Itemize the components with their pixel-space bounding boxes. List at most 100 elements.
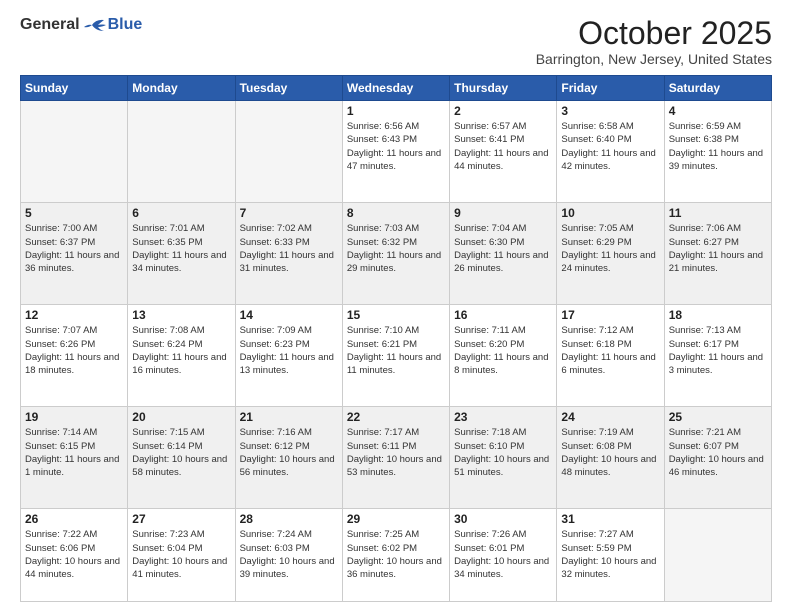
calendar-cell: 18 Sunrise: 7:13 AM Sunset: 6:17 PM Dayli… bbox=[664, 305, 771, 407]
calendar-cell: 7 Sunrise: 7:02 AM Sunset: 6:33 PM Daylig… bbox=[235, 203, 342, 305]
header: General Blue October 2025 Barrington, Ne… bbox=[20, 16, 772, 67]
day-info: Sunrise: 7:07 AM Sunset: 6:26 PM Dayligh… bbox=[25, 324, 123, 377]
calendar-cell: 24 Sunrise: 7:19 AM Sunset: 6:08 PM Dayli… bbox=[557, 407, 664, 509]
logo-bird-icon bbox=[84, 17, 106, 33]
day-info: Sunrise: 7:00 AM Sunset: 6:37 PM Dayligh… bbox=[25, 222, 123, 275]
calendar-cell: 30Sunrise: 7:26 AM Sunset: 6:01 PM Dayli… bbox=[450, 509, 557, 602]
day-number: 26 bbox=[25, 512, 123, 526]
calendar-table: SundayMondayTuesdayWednesdayThursdayFrid… bbox=[20, 75, 772, 602]
day-info: Sunrise: 7:17 AM Sunset: 6:11 PM Dayligh… bbox=[347, 426, 445, 479]
day-info: Sunrise: 7:06 AM Sunset: 6:27 PM Dayligh… bbox=[669, 222, 767, 275]
day-number: 31 bbox=[561, 512, 659, 526]
calendar-cell: 21Sunrise: 7:16 AM Sunset: 6:12 PM Dayli… bbox=[235, 407, 342, 509]
day-info: Sunrise: 7:14 AM Sunset: 6:15 PM Dayligh… bbox=[25, 426, 123, 479]
day-header-sunday: Sunday bbox=[21, 76, 128, 101]
day-number: 13 bbox=[132, 308, 230, 322]
calendar-cell: 12 Sunrise: 7:07 AM Sunset: 6:26 PM Dayli… bbox=[21, 305, 128, 407]
day-number: 20 bbox=[132, 410, 230, 424]
calendar-cell: 11 Sunrise: 7:06 AM Sunset: 6:27 PM Dayli… bbox=[664, 203, 771, 305]
day-number: 15 bbox=[347, 308, 445, 322]
day-info: Sunrise: 7:21 AM Sunset: 6:07 PM Dayligh… bbox=[669, 426, 767, 479]
day-header-thursday: Thursday bbox=[450, 76, 557, 101]
day-info: Sunrise: 7:10 AM Sunset: 6:21 PM Dayligh… bbox=[347, 324, 445, 377]
day-info: Sunrise: 7:15 AM Sunset: 6:14 PM Dayligh… bbox=[132, 426, 230, 479]
logo-general: General bbox=[20, 16, 80, 34]
day-info: Sunrise: 7:08 AM Sunset: 6:24 PM Dayligh… bbox=[132, 324, 230, 377]
calendar-cell bbox=[128, 101, 235, 203]
calendar-cell: 22 Sunrise: 7:17 AM Sunset: 6:11 PM Dayli… bbox=[342, 407, 449, 509]
day-number: 27 bbox=[132, 512, 230, 526]
calendar-cell: 25 Sunrise: 7:21 AM Sunset: 6:07 PM Dayli… bbox=[664, 407, 771, 509]
logo: General Blue bbox=[20, 16, 142, 34]
day-info: Sunrise: 7:09 AM Sunset: 6:23 PM Dayligh… bbox=[240, 324, 338, 377]
day-number: 18 bbox=[669, 308, 767, 322]
day-info: Sunrise: 7:22 AM Sunset: 6:06 PM Dayligh… bbox=[25, 528, 123, 581]
calendar-cell: 14 Sunrise: 7:09 AM Sunset: 6:23 PM Dayli… bbox=[235, 305, 342, 407]
day-info: Sunrise: 7:05 AM Sunset: 6:29 PM Dayligh… bbox=[561, 222, 659, 275]
day-header-tuesday: Tuesday bbox=[235, 76, 342, 101]
day-number: 19 bbox=[25, 410, 123, 424]
calendar-cell: 29 Sunrise: 7:25 AM Sunset: 6:02 PM Dayli… bbox=[342, 509, 449, 602]
day-info: Sunrise: 7:12 AM Sunset: 6:18 PM Dayligh… bbox=[561, 324, 659, 377]
calendar-cell: 6 Sunrise: 7:01 AM Sunset: 6:35 PM Daylig… bbox=[128, 203, 235, 305]
calendar-cell: 10 Sunrise: 7:05 AM Sunset: 6:29 PM Dayli… bbox=[557, 203, 664, 305]
day-number: 4 bbox=[669, 104, 767, 118]
day-number: 24 bbox=[561, 410, 659, 424]
day-info: Sunrise: 7:24 AM Sunset: 6:03 PM Dayligh… bbox=[240, 528, 338, 581]
day-number: 6 bbox=[132, 206, 230, 220]
day-number: 22 bbox=[347, 410, 445, 424]
calendar-cell: 26 Sunrise: 7:22 AM Sunset: 6:06 PM Dayli… bbox=[21, 509, 128, 602]
day-number: 17 bbox=[561, 308, 659, 322]
calendar-cell: 23 Sunrise: 7:18 AM Sunset: 6:10 PM Dayli… bbox=[450, 407, 557, 509]
location: Barrington, New Jersey, United States bbox=[536, 51, 772, 67]
day-header-wednesday: Wednesday bbox=[342, 76, 449, 101]
day-info: Sunrise: 7:03 AM Sunset: 6:32 PM Dayligh… bbox=[347, 222, 445, 275]
day-info: Sunrise: 6:59 AM Sunset: 6:38 PM Dayligh… bbox=[669, 120, 767, 173]
title-area: October 2025 Barrington, New Jersey, Uni… bbox=[536, 16, 772, 67]
day-number: 2 bbox=[454, 104, 552, 118]
calendar-cell bbox=[21, 101, 128, 203]
calendar-cell: 16 Sunrise: 7:11 AM Sunset: 6:20 PM Dayli… bbox=[450, 305, 557, 407]
calendar-cell: 4 Sunrise: 6:59 AM Sunset: 6:38 PM Daylig… bbox=[664, 101, 771, 203]
day-number: 23 bbox=[454, 410, 552, 424]
day-header-saturday: Saturday bbox=[664, 76, 771, 101]
day-number: 11 bbox=[669, 206, 767, 220]
day-number: 16 bbox=[454, 308, 552, 322]
calendar-cell: 1 Sunrise: 6:56 AM Sunset: 6:43 PM Daylig… bbox=[342, 101, 449, 203]
calendar-cell: 28Sunrise: 7:24 AM Sunset: 6:03 PM Dayli… bbox=[235, 509, 342, 602]
day-info: Sunrise: 7:02 AM Sunset: 6:33 PM Dayligh… bbox=[240, 222, 338, 275]
day-info: Sunrise: 6:58 AM Sunset: 6:40 PM Dayligh… bbox=[561, 120, 659, 173]
day-info: Sunrise: 7:13 AM Sunset: 6:17 PM Dayligh… bbox=[669, 324, 767, 377]
day-number: 1 bbox=[347, 104, 445, 118]
day-number: 9 bbox=[454, 206, 552, 220]
day-number: 7 bbox=[240, 206, 338, 220]
day-info: Sunrise: 6:56 AM Sunset: 6:43 PM Dayligh… bbox=[347, 120, 445, 173]
day-number: 25 bbox=[669, 410, 767, 424]
day-info: Sunrise: 7:01 AM Sunset: 6:35 PM Dayligh… bbox=[132, 222, 230, 275]
calendar-cell: 15 Sunrise: 7:10 AM Sunset: 6:21 PM Dayli… bbox=[342, 305, 449, 407]
calendar-cell bbox=[235, 101, 342, 203]
day-info: Sunrise: 7:23 AM Sunset: 6:04 PM Dayligh… bbox=[132, 528, 230, 581]
day-info: Sunrise: 7:27 AM Sunset: 5:59 PM Dayligh… bbox=[561, 528, 659, 581]
month-title: October 2025 bbox=[536, 16, 772, 51]
calendar-cell: 2 Sunrise: 6:57 AM Sunset: 6:41 PM Daylig… bbox=[450, 101, 557, 203]
day-info: Sunrise: 7:25 AM Sunset: 6:02 PM Dayligh… bbox=[347, 528, 445, 581]
calendar-cell: 20 Sunrise: 7:15 AM Sunset: 6:14 PM Dayli… bbox=[128, 407, 235, 509]
day-info: Sunrise: 7:19 AM Sunset: 6:08 PM Dayligh… bbox=[561, 426, 659, 479]
day-info: Sunrise: 7:11 AM Sunset: 6:20 PM Dayligh… bbox=[454, 324, 552, 377]
calendar-cell: 8Sunrise: 7:03 AM Sunset: 6:32 PM Daylig… bbox=[342, 203, 449, 305]
day-info: Sunrise: 7:18 AM Sunset: 6:10 PM Dayligh… bbox=[454, 426, 552, 479]
calendar-cell: 5Sunrise: 7:00 AM Sunset: 6:37 PM Daylig… bbox=[21, 203, 128, 305]
day-number: 30 bbox=[454, 512, 552, 526]
day-number: 14 bbox=[240, 308, 338, 322]
day-info: Sunrise: 7:04 AM Sunset: 6:30 PM Dayligh… bbox=[454, 222, 552, 275]
day-number: 29 bbox=[347, 512, 445, 526]
day-info: Sunrise: 6:57 AM Sunset: 6:41 PM Dayligh… bbox=[454, 120, 552, 173]
day-number: 12 bbox=[25, 308, 123, 322]
calendar-cell: 3Sunrise: 6:58 AM Sunset: 6:40 PM Daylig… bbox=[557, 101, 664, 203]
day-number: 10 bbox=[561, 206, 659, 220]
calendar-cell: 17 Sunrise: 7:12 AM Sunset: 6:18 PM Dayli… bbox=[557, 305, 664, 407]
calendar-cell: 9 Sunrise: 7:04 AM Sunset: 6:30 PM Daylig… bbox=[450, 203, 557, 305]
day-number: 21 bbox=[240, 410, 338, 424]
calendar-cell: 13 Sunrise: 7:08 AM Sunset: 6:24 PM Dayli… bbox=[128, 305, 235, 407]
